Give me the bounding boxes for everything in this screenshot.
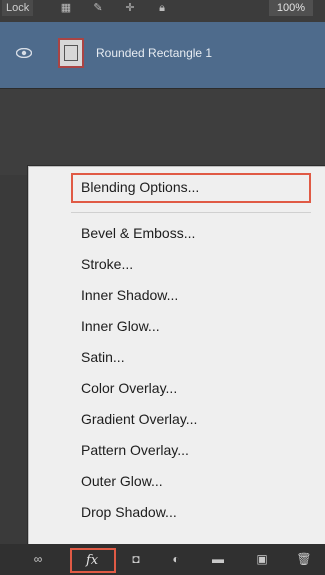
layers-list-empty xyxy=(0,89,325,175)
lock-label: Lock xyxy=(2,0,34,16)
delete-layer-icon[interactable]: 🗑︎ xyxy=(296,552,312,566)
new-group-folder-icon[interactable]: ▬ xyxy=(210,552,226,566)
menu-item-inner-glow[interactable]: Inner Glow... xyxy=(81,318,160,334)
fill-field[interactable]: 100% xyxy=(269,0,313,16)
menu-item-stroke[interactable]: Stroke... xyxy=(81,256,133,272)
menu-item-inner-shadow[interactable]: Inner Shadow... xyxy=(81,287,178,303)
layer-thumbnail xyxy=(58,38,84,68)
layer-row-selected[interactable]: Rounded Rectangle 1 xyxy=(0,22,325,89)
menu-separator xyxy=(71,212,311,213)
fx-button[interactable]: fx xyxy=(70,548,116,573)
adjustment-layer-icon[interactable]: ◐ xyxy=(168,552,184,566)
lock-all-icon[interactable]: 🔒︎ xyxy=(156,2,168,14)
menu-item-outer-glow[interactable]: Outer Glow... xyxy=(81,473,163,489)
menu-item-bevel-emboss[interactable]: Bevel & Emboss... xyxy=(81,225,195,241)
layers-bottom-toolbar: ∞ fx ◘ ◐ ▬ ▣ 🗑︎ xyxy=(0,544,325,575)
add-mask-icon[interactable]: ◘ xyxy=(128,552,144,566)
new-layer-icon[interactable]: ▣ xyxy=(254,552,270,566)
menu-item-gradient-overlay[interactable]: Gradient Overlay... xyxy=(81,411,197,427)
layer-style-menu: Blending Options... Bevel & Emboss... St… xyxy=(28,166,325,546)
menu-item-blending-options[interactable]: Blending Options... xyxy=(81,179,199,195)
layers-panel-top-strip: Lock ▦ ✎ ✛ 🔒︎ 100% xyxy=(0,0,325,23)
visibility-eye-icon[interactable] xyxy=(16,48,32,58)
fx-icon: fx xyxy=(86,553,99,568)
menu-item-satin[interactable]: Satin... xyxy=(81,349,125,365)
menu-item-pattern-overlay[interactable]: Pattern Overlay... xyxy=(81,442,189,458)
lock-transparent-icon[interactable]: ▦ xyxy=(60,2,72,14)
link-layers-icon[interactable]: ∞ xyxy=(30,552,46,566)
layer-name[interactable]: Rounded Rectangle 1 xyxy=(96,46,212,60)
menu-item-color-overlay[interactable]: Color Overlay... xyxy=(81,380,177,396)
lock-image-icon[interactable]: ✎ xyxy=(92,2,104,14)
menu-item-drop-shadow[interactable]: Drop Shadow... xyxy=(81,504,177,520)
lock-position-icon[interactable]: ✛ xyxy=(124,2,136,14)
